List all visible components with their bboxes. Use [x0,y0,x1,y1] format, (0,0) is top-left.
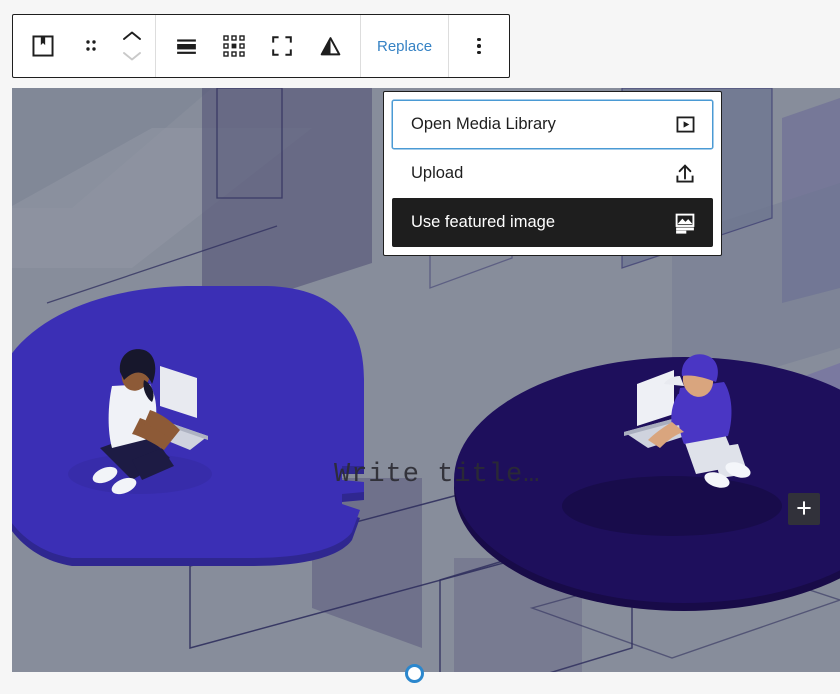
more-options-button[interactable] [455,22,503,70]
chevron-down-icon[interactable] [121,49,143,63]
cover-title-placeholder[interactable]: Write title… [334,460,540,490]
align-center-button[interactable] [162,22,210,70]
align-center-icon [174,34,199,59]
toolbar-group-options [449,15,509,77]
block-toolbar: Replace [12,14,510,78]
menu-item-label: Use featured image [411,214,555,231]
menu-item-use-featured-image[interactable]: Use featured image [392,198,713,247]
duotone-filter-button[interactable] [306,22,354,70]
featured-image-icon [672,211,698,235]
fullscreen-brackets-icon [270,34,294,58]
menu-item-open-media-library[interactable]: Open Media Library [392,100,713,149]
duotone-triangle-icon [318,34,343,59]
content-position-grid-icon [223,35,245,57]
cover-block-icon-button[interactable] [19,22,67,70]
menu-item-label: Upload [411,165,463,182]
ellipsis-vertical-icon [477,38,481,55]
drag-handle-icon [82,37,100,55]
chevron-up-icon[interactable] [121,29,143,43]
content-position-button[interactable] [210,22,258,70]
upload-icon [672,162,698,186]
move-up-down-button[interactable] [115,22,149,70]
menu-item-upload[interactable]: Upload [392,149,713,198]
toolbar-group-replace: Replace [361,15,449,77]
cover-resize-handle[interactable] [405,664,424,683]
replace-button[interactable]: Replace [361,15,448,77]
replace-dropdown-menu: Open Media Library Upload Use featured i… [383,91,722,256]
toolbar-group-formatting [156,15,361,77]
add-block-button[interactable] [788,493,820,525]
drag-handle-button[interactable] [67,22,115,70]
toggle-full-height-button[interactable] [258,22,306,70]
menu-item-label: Open Media Library [411,116,556,133]
media-library-icon [672,113,698,136]
editor-root: Replace [0,0,840,694]
cover-block-icon [30,33,56,59]
toolbar-group-block [13,15,156,77]
plus-icon [795,499,813,520]
